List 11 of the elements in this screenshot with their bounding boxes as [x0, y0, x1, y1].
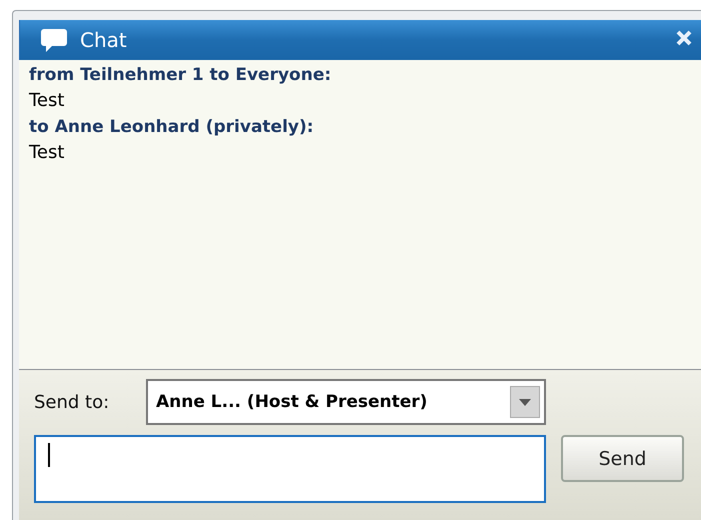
message-input-field[interactable] [34, 435, 546, 503]
message-text: Test [29, 141, 66, 165]
message-header: to Anne Leonhard (privately): [29, 116, 315, 139]
message-header: from Teilnehmer 1 to Everyone: [29, 64, 332, 87]
message-text: Test [29, 89, 66, 113]
send-button[interactable]: Send [561, 435, 684, 482]
recipient-dropdown[interactable]: Anne L... (Host & Presenter) [146, 379, 546, 425]
window-title: Chat [80, 28, 128, 52]
text-caret [48, 443, 50, 467]
speech-bubble-icon [40, 27, 68, 53]
send-to-label: Send to: [34, 392, 110, 412]
